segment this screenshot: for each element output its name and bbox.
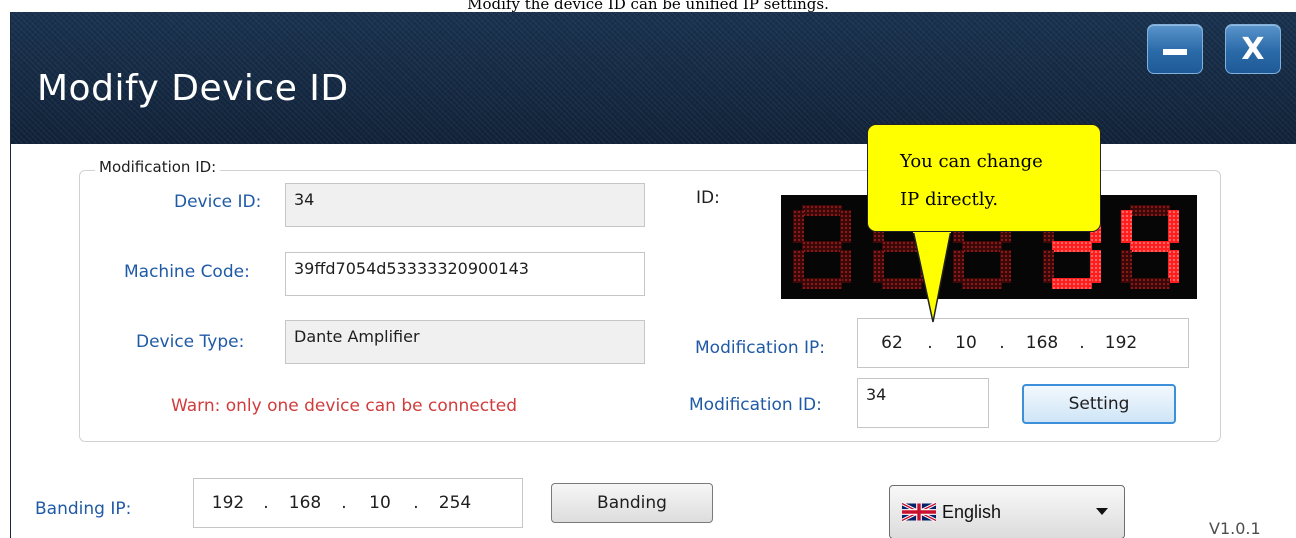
modification-id-label: Modification ID: bbox=[689, 395, 822, 415]
close-icon: X bbox=[1241, 31, 1265, 67]
minimize-button[interactable] bbox=[1147, 24, 1203, 74]
banding-ip-label: Banding IP: bbox=[35, 499, 132, 519]
callout-line-1: You can change bbox=[900, 151, 1043, 172]
banding-ip-input[interactable]: 192 . 168 . 10 . 254 bbox=[193, 478, 523, 528]
callout-pointer bbox=[912, 230, 952, 323]
id-label: ID: bbox=[696, 188, 720, 208]
modify-device-id-window: Modify Device ID X Modification ID: Devi… bbox=[10, 12, 1296, 538]
ip-dot: . bbox=[1079, 333, 1085, 353]
chevron-down-icon bbox=[1096, 508, 1108, 515]
ip-dot: . bbox=[927, 333, 933, 353]
title-bar: Modify Device ID X bbox=[11, 12, 1296, 144]
ip-dot: . bbox=[999, 333, 1005, 353]
band-ip-octet-2: 168 bbox=[288, 493, 322, 513]
warning-text: Warn: only one device can be connected bbox=[171, 396, 517, 416]
tooltip-callout: You can change IP directly. bbox=[867, 124, 1101, 232]
minimize-icon bbox=[1163, 49, 1187, 55]
language-dropdown[interactable]: English bbox=[889, 485, 1125, 538]
version-label: V1.0.1 bbox=[1209, 519, 1261, 538]
mod-ip-octet-1: 62 bbox=[881, 333, 903, 353]
uk-flag-icon bbox=[902, 501, 936, 523]
setting-button[interactable]: Setting bbox=[1022, 384, 1176, 424]
led-digit-1 bbox=[793, 205, 851, 289]
led-digit-4-lit bbox=[1121, 205, 1179, 289]
mod-ip-octet-4: 192 bbox=[1104, 333, 1138, 353]
mod-ip-octet-3: 168 bbox=[1025, 333, 1059, 353]
device-id-label: Device ID: bbox=[174, 192, 262, 212]
machine-code-field: 39ffd7054d53333320900143 bbox=[285, 252, 645, 296]
band-ip-octet-1: 192 bbox=[211, 493, 245, 513]
window-title: Modify Device ID bbox=[37, 68, 349, 109]
ip-dot: . bbox=[341, 493, 347, 513]
group-legend: Modification ID: bbox=[95, 158, 221, 176]
band-ip-octet-3: 10 bbox=[369, 493, 391, 513]
modification-ip-label: Modification IP: bbox=[695, 338, 826, 358]
ip-dot: . bbox=[263, 493, 269, 513]
modification-id-input[interactable]: 34 bbox=[857, 378, 989, 428]
band-ip-octet-4: 254 bbox=[438, 493, 472, 513]
ip-dot: . bbox=[413, 493, 419, 513]
device-type-label: Device Type: bbox=[136, 332, 245, 352]
device-id-field: 34 bbox=[285, 183, 645, 227]
callout-line-2: IP directly. bbox=[900, 189, 999, 210]
mod-ip-octet-2: 10 bbox=[955, 333, 977, 353]
machine-code-label: Machine Code: bbox=[124, 262, 250, 282]
close-button[interactable]: X bbox=[1225, 24, 1281, 74]
language-selected: English bbox=[942, 501, 1002, 522]
banding-button[interactable]: Banding bbox=[551, 483, 713, 523]
device-type-field: Dante Amplifier bbox=[285, 320, 645, 364]
